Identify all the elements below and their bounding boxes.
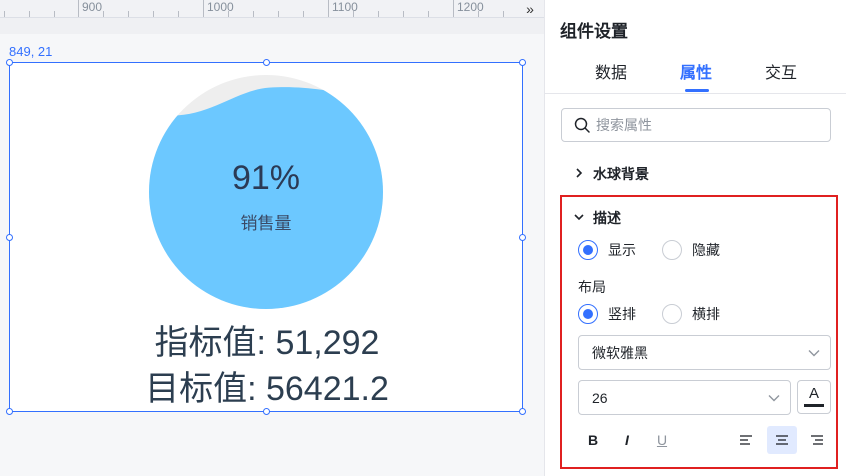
underline-button[interactable]: U	[647, 426, 677, 454]
radio-label: 隐藏	[692, 242, 720, 258]
font-size-select[interactable]: 26	[578, 380, 791, 415]
liquid-ball-widget[interactable]: 91% 销售量 指标值: 51,292 目标值: 56421.2	[6, 59, 526, 415]
color-swatch	[804, 404, 824, 407]
resize-handle-top-left[interactable]	[6, 59, 13, 66]
align-left-button[interactable]	[731, 426, 761, 454]
chevron-down-icon	[808, 349, 820, 356]
resize-handle-right[interactable]	[519, 234, 526, 241]
layout-label: 布局	[578, 279, 606, 295]
ball-description: 销售量	[240, 214, 292, 233]
font-color-icon: A	[808, 385, 819, 402]
radio-show[interactable]: 显示	[578, 240, 636, 260]
italic-button[interactable]: I	[612, 426, 642, 454]
radio-vertical[interactable]: 竖排	[578, 304, 636, 324]
align-right-icon	[811, 435, 823, 445]
align-center-button[interactable]	[767, 426, 797, 454]
chevron-right-icon	[571, 167, 587, 181]
metric-value-text: 指标值: 51,292	[154, 324, 380, 362]
radio-label: 显示	[608, 242, 636, 258]
section-liquid-background[interactable]: 水球背景	[571, 164, 649, 184]
ball-percent-value: 91%	[231, 159, 301, 197]
tab-interaction[interactable]: 交互	[765, 59, 797, 83]
select-value: 26	[592, 389, 608, 406]
radio-horizontal[interactable]: 横排	[662, 304, 720, 324]
radio-dot	[662, 240, 682, 260]
resize-handle-left[interactable]	[6, 234, 13, 241]
font-family-select[interactable]: 微软雅黑	[578, 335, 831, 370]
ball-water	[149, 87, 383, 309]
ruler-strip	[0, 18, 544, 34]
resize-handle-bottom-left[interactable]	[6, 408, 13, 415]
property-search	[561, 108, 831, 142]
radio-label: 横排	[692, 306, 720, 322]
align-center-icon	[776, 435, 788, 445]
active-tab-indicator	[685, 89, 709, 92]
font-color-button[interactable]: A	[797, 380, 831, 414]
section-description[interactable]: 描述	[571, 208, 621, 228]
resize-handle-bottom-right[interactable]	[519, 408, 526, 415]
radio-dot	[578, 304, 598, 324]
layout-radio-group: 竖排 横排	[578, 304, 720, 324]
target-value-text: 目标值: 56421.2	[145, 370, 389, 408]
radio-label: 竖排	[608, 306, 636, 322]
tab-data[interactable]: 数据	[595, 59, 627, 83]
chevron-down-icon	[571, 212, 587, 224]
select-value: 微软雅黑	[592, 344, 648, 361]
collapse-panel-button[interactable]: »	[516, 0, 544, 18]
horizontal-ruler: 900 1000 1100 1200	[0, 0, 516, 18]
design-canvas[interactable]: 900 1000 1100 1200 » 849, 21 91% 销售量 指标值…	[0, 0, 544, 476]
ruler-label: 900	[82, 0, 103, 14]
align-left-icon	[740, 435, 752, 445]
search-input[interactable]	[596, 117, 816, 133]
radio-dot	[662, 304, 682, 324]
settings-panel: 组件设置 数据 属性 交互 水球背景 描述 显示 隐藏	[544, 0, 846, 476]
ruler-label: 1200	[457, 0, 484, 14]
radio-hide[interactable]: 隐藏	[662, 240, 720, 260]
tab-properties[interactable]: 属性	[680, 59, 712, 83]
radio-dot	[578, 240, 598, 260]
align-right-button[interactable]	[802, 426, 832, 454]
position-readout: 849, 21	[9, 44, 53, 59]
resize-handle-bottom[interactable]	[263, 408, 270, 415]
section-label: 描述	[593, 210, 621, 226]
search-icon	[574, 117, 590, 133]
settings-tabs: 数据 属性 交互	[545, 56, 846, 94]
visibility-radio-group: 显示 隐藏	[578, 240, 720, 260]
chevron-down-icon	[768, 394, 780, 401]
panel-title: 组件设置	[560, 22, 628, 41]
resize-handle-top-right[interactable]	[519, 59, 526, 66]
ruler-label: 1000	[207, 0, 234, 14]
resize-handle-top[interactable]	[263, 59, 270, 66]
bold-button[interactable]: B	[578, 426, 608, 454]
section-label: 水球背景	[593, 166, 649, 182]
